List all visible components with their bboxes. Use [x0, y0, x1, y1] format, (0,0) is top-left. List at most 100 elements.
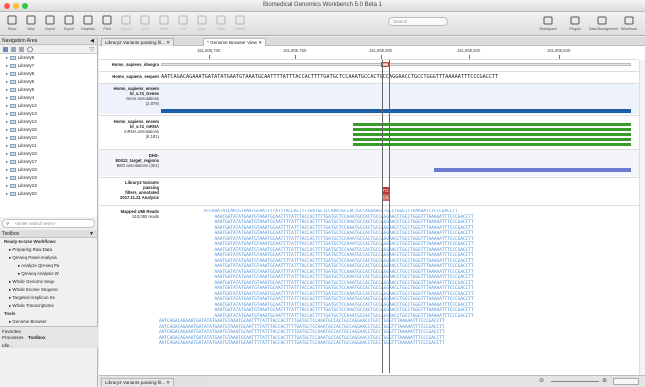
nav-item-library14[interactable]: ▸ Library14	[0, 118, 97, 126]
toolbar-cut-button[interactable]: Cut	[174, 14, 192, 34]
toolbox-item[interactable]: ▸ Genome Browser	[0, 318, 97, 326]
folder-icon	[9, 103, 16, 108]
toolbox-title: Toolbox	[2, 231, 20, 237]
folder-icon	[9, 143, 16, 148]
ideogram-track-label: Homo_sapiens_ideogra	[111, 62, 159, 67]
nav-item-library4[interactable]: ▸ Library4	[0, 94, 97, 102]
genes-track-label: Homo_sapiens_ensem bl_v.74_Genes Gene anno…	[113, 86, 159, 106]
folder-icon	[9, 127, 16, 132]
tab-genome-browser-view[interactable]: * Genome Browser View ✕	[203, 38, 267, 46]
sequence-read[interactable]: AATCAGACAGAAATGATATATGAATGTAAATGCAATTTTA…	[159, 341, 633, 347]
nav-item-library16[interactable]: ▸ Library16	[0, 150, 97, 158]
toolbar-label: Cut	[180, 27, 186, 31]
mrna-bar[interactable]	[353, 128, 631, 131]
nav-item-library18[interactable]: ▸ Library18	[0, 166, 97, 174]
navigation-search-input[interactable]: ⚲ <enter search term>	[2, 219, 95, 228]
collapse-icon[interactable]: ◀	[90, 37, 94, 45]
toolbar-copy-button[interactable]: Copy	[193, 14, 211, 34]
nav-item-library5[interactable]: ▸ Library5	[0, 86, 97, 94]
toolbar-label: Data Management	[589, 27, 618, 31]
zoom-out-icon[interactable]: ⊖	[539, 377, 544, 384]
toolbox-item[interactable]: ▸ Analyze QIAseq Pa	[0, 262, 97, 270]
nav-item-library7[interactable]: ▸ Library7	[0, 62, 97, 70]
bed-track-bg	[99, 150, 639, 176]
navigation-area-header: Navigation Area ◀	[0, 37, 97, 45]
nav-item-label: Library16	[17, 151, 37, 156]
nav-item-library6[interactable]: ▸ Library6	[0, 78, 97, 86]
reads-area[interactable]: ATCAAATATCAATGTAAATGCAATTTTATTTACCACTTTT…	[159, 209, 633, 373]
toolbar-show-button[interactable]: Show	[3, 14, 21, 34]
toolbar-plugins-button[interactable]: Plugins	[562, 14, 588, 34]
navigation-tool-icons[interactable]	[0, 45, 40, 54]
nav-item-library12[interactable]: ▸ Library12	[0, 102, 97, 110]
variant-call-tg[interactable]: TG	[382, 187, 389, 194]
vertical-scrollbar[interactable]	[639, 60, 645, 375]
toolbox-item[interactable]: ▸ Whole Genome Sequ	[0, 278, 97, 286]
tab-toolbox[interactable]: Toolbox	[28, 335, 46, 340]
toolbar-print-button[interactable]: Print	[98, 14, 116, 34]
nav-item-label: Library19	[17, 175, 37, 180]
global-search-input[interactable]: Search	[388, 17, 448, 26]
navigation-tree[interactable]: ▸ Library9 ▸ Library7 ▸ Library8 ▸ Library6…	[0, 54, 97, 217]
nav-item-library15[interactable]: ▸ Library15	[0, 126, 97, 134]
mrna-bar[interactable]	[353, 138, 631, 141]
toolbox-menu-icon[interactable]: ▼	[89, 230, 94, 238]
nav-item-label: Library4	[17, 95, 35, 100]
toolbox-item[interactable]: ▸ QIAseq Panel Analysis	[0, 254, 97, 262]
lower-doc-tabs: Library3 Variants passing fil... ✕	[99, 376, 209, 387]
variant-call-ca[interactable]: CA	[382, 194, 389, 201]
mrna-bar[interactable]	[353, 123, 631, 126]
tab-library2-variants[interactable]: Library2 Variants passing fil... ✕	[101, 38, 175, 46]
toolbox-item[interactable]: ▸ Whole Transcriptome	[0, 302, 97, 310]
zoom-level-field[interactable]	[613, 378, 639, 385]
toolbar-undo-button[interactable]: Undo	[136, 14, 154, 34]
nav-item-library17[interactable]: ▸ Library17	[0, 158, 97, 166]
zoom-slider[interactable]	[551, 381, 599, 382]
tab-favorites[interactable]: Favorites	[2, 329, 21, 334]
toolbar-delete-button[interactable]: Delete	[231, 14, 249, 34]
toolbar-redo-button[interactable]: Redo	[155, 14, 173, 34]
nav-item-label: Library13	[17, 111, 37, 116]
coordinate-ruler[interactable]: 151,805,700 151,805,760 151,805,800 151,805…	[99, 46, 639, 60]
mrna-bar[interactable]	[353, 143, 631, 146]
tab-processes[interactable]: Processes	[2, 335, 23, 340]
toolbar-launch-button[interactable]: Launch	[117, 14, 135, 34]
ruler-tick-label: 151,805,820	[457, 48, 481, 53]
nav-item-library20[interactable]: ▸ Library20	[0, 190, 97, 198]
toolbar-graphics-button[interactable]: Graphics	[79, 14, 97, 34]
nav-item-library19[interactable]: ▸ Library19	[0, 174, 97, 182]
nav-item-library23[interactable]: ▸ Library23	[0, 182, 97, 190]
nav-item-label: Library12	[17, 103, 37, 108]
toolbar-workflows-button[interactable]: Workflows	[616, 14, 642, 34]
toolbar-workspace-button[interactable]: Workspace	[535, 14, 561, 34]
toolbox-item[interactable]: ▸ QIAseq Analysis W	[0, 270, 97, 278]
toolbar-export-button[interactable]: Export	[60, 14, 78, 34]
folder-icon	[9, 191, 16, 196]
toolbar-data-management-button[interactable]: Data Management	[589, 14, 618, 34]
toolbar-label: Undo	[140, 27, 150, 31]
nav-item-library10[interactable]: ▸ Library10	[0, 134, 97, 142]
ruler-tick	[209, 55, 210, 59]
cut-icon	[178, 15, 188, 25]
target-region-bar[interactable]	[434, 168, 631, 172]
nav-item-library9[interactable]: ▸ Library9	[0, 54, 97, 62]
undo-icon	[140, 15, 150, 25]
folder-icon	[9, 119, 16, 124]
nav-item-library8[interactable]: ▸ Library8	[0, 70, 97, 78]
toolbox-item[interactable]: ▸ Whole Exome Sequenc	[0, 286, 97, 294]
mrna-bar[interactable]	[353, 133, 631, 136]
nav-item-library13[interactable]: ▸ Library13	[0, 110, 97, 118]
toolbox-item[interactable]: Tools	[0, 310, 97, 318]
filter-icon[interactable]: ▽	[89, 46, 94, 53]
gene-annotation-bar[interactable]	[161, 109, 631, 113]
nav-item-library11[interactable]: ▸ Library11	[0, 142, 97, 150]
toolbox-item[interactable]: ▸ Targeted Amplicon Se	[0, 294, 97, 302]
toolbox-item[interactable]: ▸ Preparing Raw Data	[0, 246, 97, 254]
tab-library3-variants[interactable]: Library3 Variants passing fil... ✕	[101, 378, 175, 386]
zoom-in-icon[interactable]: ⊕	[602, 377, 607, 384]
toolbox-item[interactable]: Ready-to-Use Workflows	[0, 238, 97, 246]
nav-item-label: Library23	[17, 183, 37, 188]
toolbar-paste-button[interactable]: Paste	[212, 14, 230, 34]
toolbar-new-button[interactable]: New	[22, 14, 40, 34]
toolbar-import-button[interactable]: Import	[41, 14, 59, 34]
